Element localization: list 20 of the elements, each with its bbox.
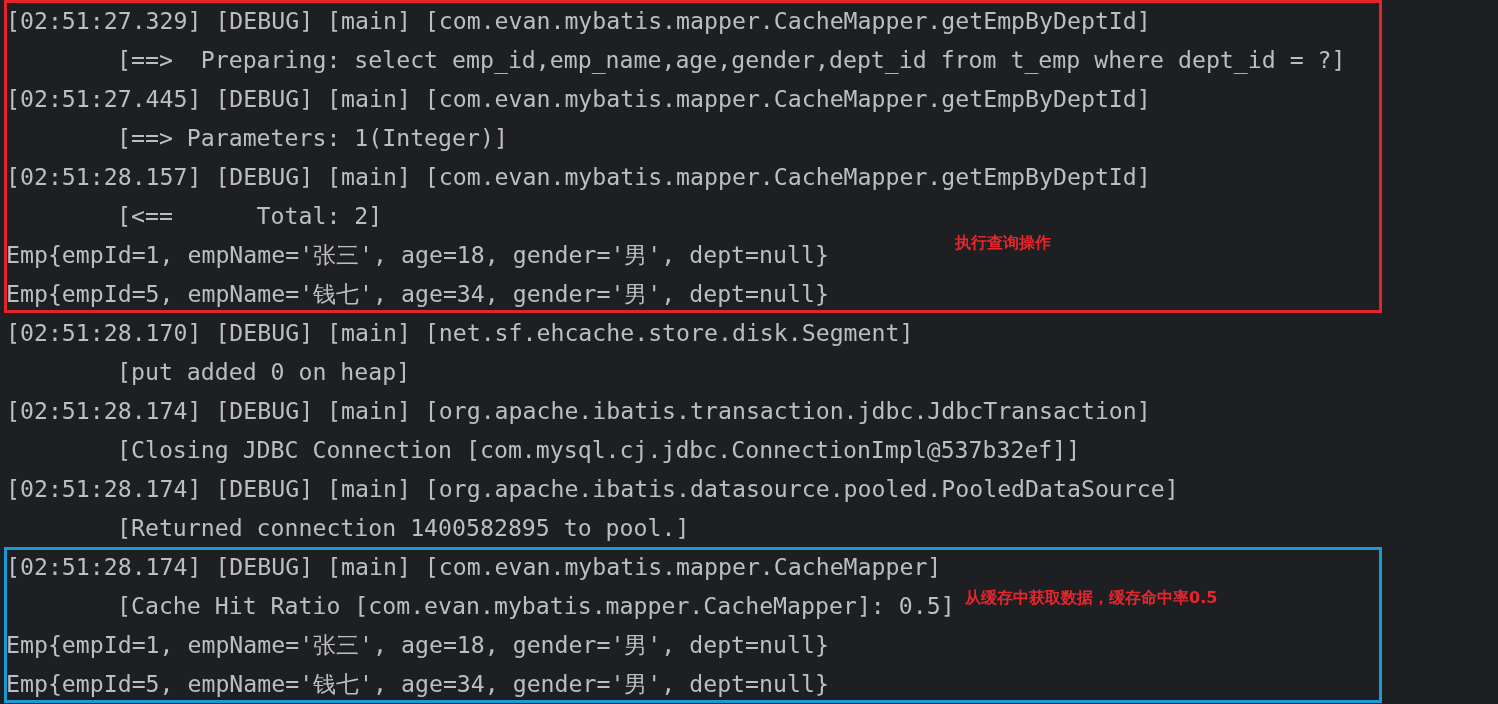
log-line: Emp{empId=1, empName='张三', age=18, gender='男', dept=null}	[6, 241, 829, 268]
log-line: [<== Total: 2]	[117, 202, 383, 229]
log-line: [02:51:27.445] [DEBUG] [main] [com.evan.mybatis.mapper.CacheMapper.getEmpByDeptId]	[6, 85, 1151, 112]
annotation-note: 执行查询操作	[955, 233, 1051, 253]
annotation-note: 从缓存中获取数据，缓存命中率0.5	[965, 588, 1218, 608]
log-line: Emp{empId=5, empName='钱七', age=34, gender='男', dept=null}	[6, 670, 829, 697]
log-line: [02:51:28.174] [DEBUG] [main] [org.apache.ibatis.transaction.jdbc.JdbcTransaction]	[6, 397, 1151, 424]
log-line: [Returned connection 1400582895 to pool.]	[117, 514, 690, 541]
log-line: [Cache Hit Ratio [com.evan.mybatis.mapper.CacheMapper]: 0.5]	[117, 592, 955, 619]
log-line: [02:51:28.170] [DEBUG] [main] [net.sf.ehcache.store.disk.Segment]	[6, 319, 914, 346]
log-line: [Closing JDBC Connection [com.mysql.cj.jdbc.ConnectionImpl@537b32ef]]	[117, 436, 1081, 463]
log-line: Emp{empId=1, empName='张三', age=18, gender='男', dept=null}	[6, 631, 829, 658]
log-line: [02:51:28.174] [DEBUG] [main] [org.apache.ibatis.datasource.pooled.PooledDataSource]	[6, 475, 1179, 502]
log-line: Emp{empId=5, empName='钱七', age=34, gender='男', dept=null}	[6, 280, 829, 307]
log-line: [==> Preparing: select emp_id,emp_name,age,gender,dept_id from t_emp where dept_id = ?]	[117, 46, 1346, 73]
log-line: [==> Parameters: 1(Integer)]	[117, 124, 508, 151]
log-line: [put added 0 on heap]	[117, 358, 411, 385]
log-line: [02:51:27.329] [DEBUG] [main] [com.evan.mybatis.mapper.CacheMapper.getEmpByDeptId]	[6, 7, 1151, 34]
log-line: [02:51:28.157] [DEBUG] [main] [com.evan.mybatis.mapper.CacheMapper.getEmpByDeptId]	[6, 163, 1151, 190]
log-line: [02:51:28.174] [DEBUG] [main] [com.evan.mybatis.mapper.CacheMapper]	[6, 553, 942, 580]
